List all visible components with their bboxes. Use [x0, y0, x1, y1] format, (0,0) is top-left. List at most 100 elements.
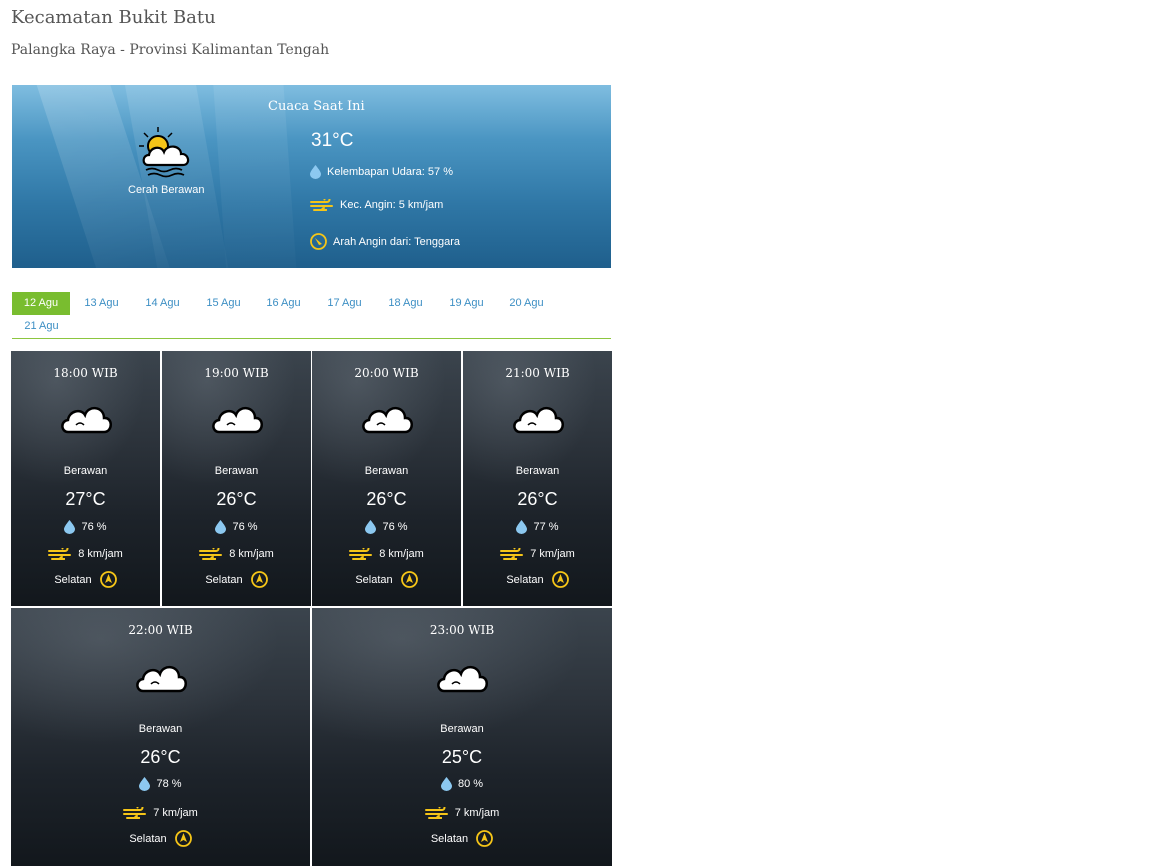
- forecast-humidity: 77 %: [533, 521, 559, 533]
- forecast-wind-row: 7 km/jam: [11, 807, 310, 819]
- forecast-wind: 7 km/jam: [454, 807, 500, 819]
- tab-15-agu[interactable]: 15 Agu: [194, 292, 253, 315]
- forecast-condition: Berawan: [515, 465, 560, 477]
- forecast-wind: 8 km/jam: [379, 548, 424, 560]
- forecast-time: 21:00 WIB: [505, 366, 570, 380]
- forecast-direction: Selatan: [205, 573, 243, 586]
- forecast-temperature: 26°C: [517, 489, 558, 509]
- wind-icon: [48, 548, 72, 560]
- forecast-temperature: 26°C: [366, 489, 407, 509]
- water-drop-icon: [365, 520, 377, 534]
- forecast-condition: Berawan: [138, 723, 183, 735]
- location-subtitle: Palangka Raya - Provinsi Kalimantan Teng…: [11, 42, 330, 58]
- compass-icon: [174, 830, 192, 847]
- forecast-wind: 7 km/jam: [530, 548, 575, 560]
- wind-icon: [310, 199, 333, 211]
- location-title: Kecamatan Bukit Batu: [11, 7, 216, 28]
- forecast-humidity-row: 76 %: [11, 520, 160, 534]
- cloud-icon: [434, 658, 490, 703]
- forecast-time: 18:00 WIB: [53, 366, 118, 380]
- current-wind-direction: Arah Angin dari: Tenggara: [333, 235, 460, 248]
- current-weather-panel: Cuaca Saat Ini Cerah Berawan 31°C Kelemb…: [12, 85, 611, 268]
- compass-icon: [551, 571, 569, 588]
- forecast-humidity: 80 %: [457, 778, 484, 790]
- current-wind-speed: Kec. Angin: 5 km/jam: [340, 199, 444, 211]
- forecast-card: 19:00 WIB Berawan 26°C 76 % 8 km/jam Sel…: [162, 351, 311, 606]
- forecast-direction: Selatan: [506, 573, 544, 586]
- tab-18-agu[interactable]: 18 Agu: [376, 292, 435, 315]
- tab-14-agu[interactable]: 14 Agu: [133, 292, 192, 315]
- water-drop-icon: [64, 520, 76, 534]
- compass-icon: [99, 571, 117, 588]
- water-drop-icon: [310, 165, 321, 179]
- forecast-direction-row: Selatan: [11, 571, 160, 588]
- forecast-temperature: 27°C: [65, 489, 106, 509]
- forecast-wind: 7 km/jam: [153, 807, 198, 819]
- forecast-card: 21:00 WIB Berawan 26°C 77 % 7 km/jam Sel…: [463, 351, 612, 606]
- tab-17-agu[interactable]: 17 Agu: [315, 292, 374, 315]
- forecast-direction-row: Selatan: [162, 571, 311, 588]
- tab-13-agu[interactable]: 13 Agu: [72, 292, 131, 315]
- cloud-icon: [359, 399, 415, 444]
- forecast-humidity-row: 76 %: [162, 520, 311, 534]
- forecast-direction: Selatan: [355, 573, 393, 586]
- wind-icon: [123, 807, 147, 819]
- forecast-time: 23:00 WIB: [429, 623, 495, 637]
- forecast-humidity: 78 %: [156, 778, 182, 790]
- forecast-wind-row: 7 km/jam: [463, 548, 612, 560]
- date-tabs: 12 Agu 13 Agu 14 Agu 15 Agu 16 Agu 17 Ag…: [12, 292, 611, 339]
- tab-19-agu[interactable]: 19 Agu: [437, 292, 496, 315]
- forecast-time: 22:00 WIB: [128, 623, 193, 637]
- cloud-icon: [133, 658, 189, 703]
- forecast-wind: 8 km/jam: [78, 548, 123, 560]
- tab-12-agu[interactable]: 12 Agu: [12, 292, 70, 315]
- compass-icon: [310, 233, 327, 250]
- water-drop-icon: [139, 777, 151, 791]
- forecast-direction-row: Selatan: [312, 571, 461, 588]
- current-direction-row: Arah Angin dari: Tenggara: [310, 233, 460, 250]
- forecast-direction: Selatan: [54, 573, 92, 586]
- compass-icon: [250, 571, 268, 588]
- forecast-time: 19:00 WIB: [204, 366, 269, 380]
- forecast-humidity-row: 78 %: [11, 777, 310, 791]
- forecast-card: 20:00 WIB Berawan 26°C 76 % 8 km/jam Sel…: [312, 351, 461, 606]
- forecast-humidity-row: 76 %: [312, 520, 461, 534]
- forecast-condition: Berawan: [214, 465, 259, 477]
- tab-21-agu[interactable]: 21 Agu: [12, 315, 71, 338]
- water-drop-icon: [440, 777, 452, 791]
- forecast-direction-row: Selatan: [11, 830, 310, 847]
- current-temperature: 31°C: [311, 130, 354, 151]
- partly-cloudy-sun-icon: [136, 125, 196, 186]
- forecast-card: 22:00 WIB Berawan 26°C 78 % 7 km/jam Sel…: [11, 608, 310, 866]
- forecast-wind: 8 km/jam: [229, 548, 274, 560]
- forecast-direction: Selatan: [129, 832, 167, 845]
- forecast-temperature: 25°C: [441, 747, 483, 767]
- forecast-direction: Selatan: [430, 832, 469, 845]
- forecast-humidity: 76 %: [81, 521, 107, 533]
- water-drop-icon: [516, 520, 528, 534]
- forecast-humidity-row: 80 %: [312, 777, 612, 791]
- forecast-wind-row: 8 km/jam: [11, 548, 160, 560]
- water-drop-icon: [215, 520, 227, 534]
- cloud-icon: [510, 399, 566, 444]
- forecast-wind-row: 7 km/jam: [312, 807, 612, 819]
- forecast-condition: Berawan: [364, 465, 409, 477]
- current-condition: Cerah Berawan: [128, 184, 205, 196]
- forecast-direction-row: Selatan: [463, 571, 612, 588]
- forecast-humidity-row: 77 %: [463, 520, 612, 534]
- tab-16-agu[interactable]: 16 Agu: [254, 292, 313, 315]
- forecast-time: 20:00 WIB: [354, 366, 419, 380]
- cloud-icon: [58, 399, 114, 444]
- forecast-card: 18:00 WIB Berawan 27°C 76 % 8 km/jam Sel…: [11, 351, 160, 606]
- current-humidity: Kelembapan Udara: 57 %: [327, 166, 453, 178]
- compass-icon: [476, 830, 494, 847]
- forecast-condition: Berawan: [440, 723, 484, 735]
- forecast-wind-row: 8 km/jam: [162, 548, 311, 560]
- tab-20-agu[interactable]: 20 Agu: [497, 292, 556, 315]
- wind-icon: [199, 548, 223, 560]
- compass-icon: [400, 571, 418, 588]
- wind-icon: [500, 548, 524, 560]
- forecast-card: 23:00 WIB Berawan 25°C 80 % 7 km/jam Sel…: [312, 608, 612, 866]
- forecast-condition: Berawan: [63, 465, 108, 477]
- cloud-icon: [209, 399, 265, 444]
